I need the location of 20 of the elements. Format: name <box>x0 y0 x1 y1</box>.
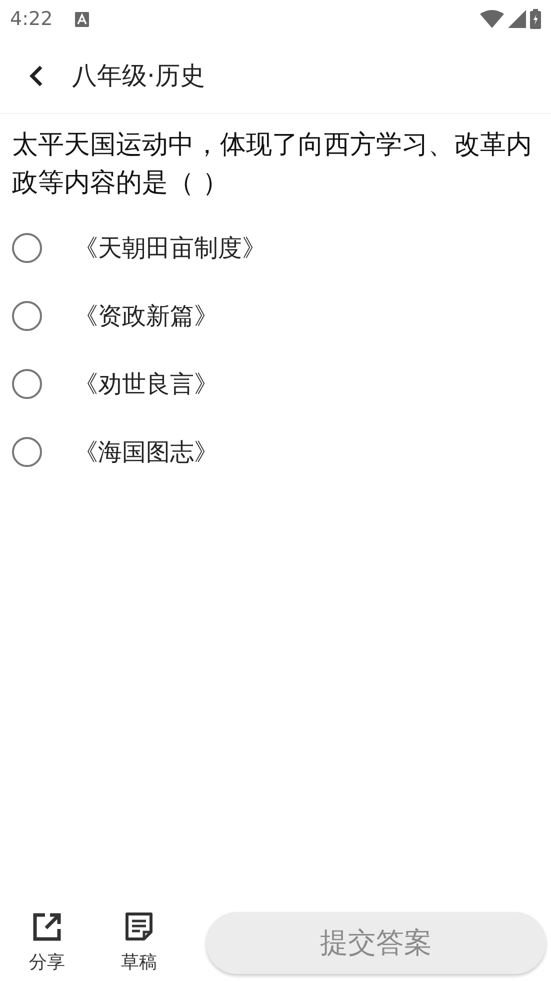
option-label[interactable]: 《资政新篇》 <box>74 298 218 334</box>
question-text: 太平天国运动中，体现了向西方学习、改革内政等内容的是（ ） <box>11 129 533 200</box>
note-icon <box>123 910 155 942</box>
back-icon[interactable] <box>28 64 44 88</box>
radio-button[interactable] <box>12 233 42 263</box>
draft-button[interactable]: 草稿 <box>114 910 164 976</box>
signal-icon <box>508 10 526 28</box>
share-icon <box>31 910 63 942</box>
radio-button[interactable] <box>12 437 42 467</box>
share-button[interactable]: 分享 <box>22 910 72 976</box>
radio-button[interactable] <box>12 369 42 399</box>
status-time: 4:22 <box>10 6 53 32</box>
wifi-icon <box>480 10 504 28</box>
notification-icon <box>74 12 89 26</box>
option-label[interactable]: 《海国图志》 <box>74 434 218 470</box>
radio-button[interactable] <box>12 301 42 331</box>
option-label[interactable]: 《劝世良言》 <box>74 366 218 402</box>
battery-icon <box>530 9 541 29</box>
page-title: 八年级·历史 <box>72 60 205 92</box>
option-label[interactable]: 《天朝田亩制度》 <box>74 230 266 266</box>
